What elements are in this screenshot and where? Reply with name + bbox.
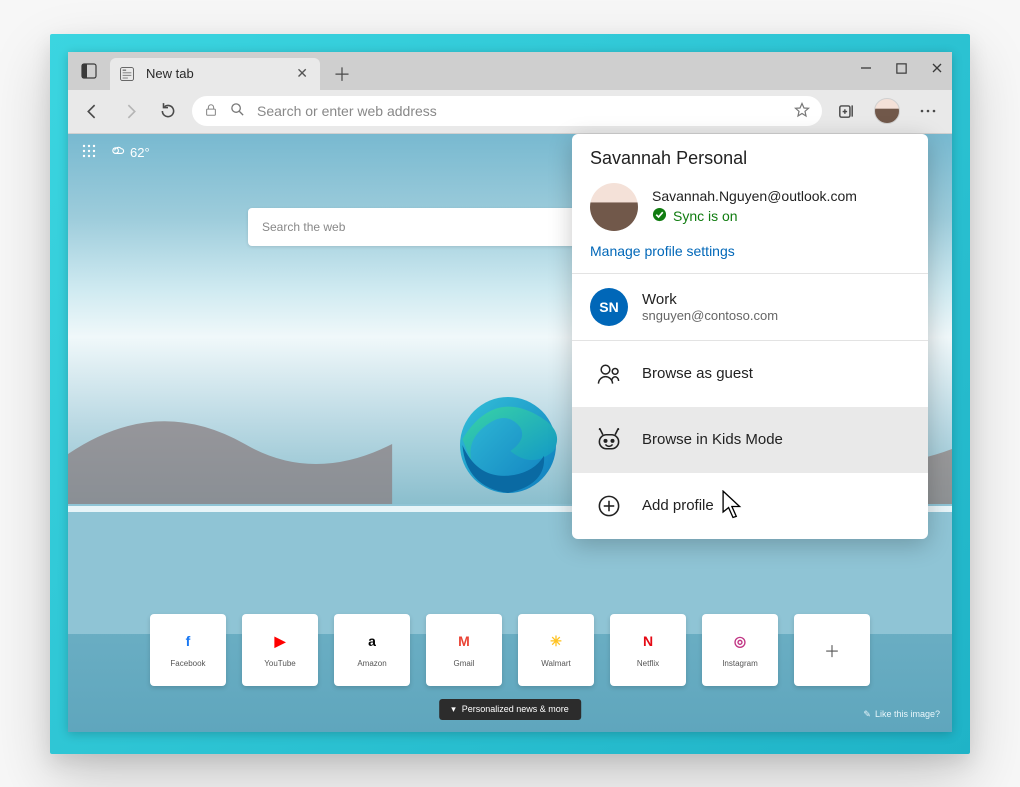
app-grid-icon[interactable] (82, 144, 96, 161)
toolbar: Search or enter web address (68, 90, 952, 134)
manage-profile-link[interactable]: Manage profile settings (572, 243, 928, 273)
profile-title: Savannah Personal (572, 134, 928, 175)
profile-identity-row[interactable]: Savannah.Nguyen@outlook.com Sync is on (572, 175, 928, 243)
quick-link-icon: f (178, 631, 198, 651)
profile-flyout: Savannah Personal Savannah.Nguyen@outloo… (572, 134, 928, 539)
weather-icon (110, 144, 125, 162)
work-profile-name: Work (642, 291, 778, 308)
weather-widget[interactable]: 62° (110, 144, 150, 162)
address-bar[interactable]: Search or enter web address (192, 96, 822, 126)
quick-links-row: f Facebook ▶ YouTube a Amazon M Gmail ✳ Walmart NN… (68, 614, 952, 686)
quick-link-icon: N (638, 631, 658, 651)
work-initials-avatar: SN (590, 288, 628, 326)
profile-row-work[interactable]: SN Work snguyen@contoso.com (572, 274, 928, 340)
quick-link-icon: ◎ (730, 631, 750, 651)
add-icon (590, 487, 628, 525)
check-circle-icon (652, 207, 667, 225)
profile-avatar (590, 183, 638, 231)
quick-link-label: Netflix (637, 659, 659, 668)
search-web-placeholder: Search the web (262, 220, 345, 234)
newtab-fav-icon (120, 67, 134, 81)
like-image-label: Like this image? (875, 709, 940, 719)
quick-link-label: YouTube (264, 659, 295, 668)
news-label: Personalized news & more (462, 704, 569, 714)
profile-email: Savannah.Nguyen@outlook.com (652, 188, 857, 204)
quick-link-icon: a (362, 631, 382, 651)
collections-button[interactable] (832, 97, 860, 125)
quick-link-label: Instagram (722, 659, 758, 668)
close-tab-button[interactable]: ✕ (294, 65, 310, 82)
profile-avatar-button[interactable] (874, 98, 900, 124)
quick-link-tile[interactable]: f Facebook (150, 614, 226, 686)
add-profile-label: Add profile (642, 497, 714, 514)
quick-link-tile[interactable]: a Amazon (334, 614, 410, 686)
quick-link-label: Amazon (357, 659, 386, 668)
tab-actions-button[interactable] (68, 52, 110, 90)
quick-link-tile[interactable]: ✳ Walmart (518, 614, 594, 686)
window-close-button[interactable] (930, 61, 944, 80)
work-profile-email: snguyen@contoso.com (642, 308, 778, 323)
quick-link-tile[interactable]: ▶ YouTube (242, 614, 318, 686)
tab-title: New tab (146, 66, 194, 81)
chevron-down-icon: ▾ (451, 704, 456, 715)
sync-label: Sync is on (673, 208, 738, 224)
address-placeholder: Search or enter web address (257, 103, 782, 119)
window-minimize-button[interactable] (859, 61, 873, 80)
quick-link-label: Facebook (170, 659, 205, 668)
quick-link-icon: ✳ (546, 631, 566, 651)
quick-link-tile[interactable]: N Netflix (610, 614, 686, 686)
sync-status[interactable]: Sync is on (652, 207, 857, 225)
favorite-button[interactable] (794, 102, 810, 121)
temperature-value: 62° (130, 145, 150, 160)
browser-tab-active[interactable]: New tab ✕ (110, 58, 320, 90)
plus-icon: ＋ (822, 640, 842, 660)
like-image-link[interactable]: ✎ Like this image? (863, 709, 940, 720)
quick-link-icon: M (454, 631, 474, 651)
titlebar: New tab ✕ ＋ (68, 52, 952, 90)
browser-window: New tab ✕ ＋ (68, 52, 952, 732)
pencil-icon: ✎ (863, 709, 871, 720)
quick-link-icon: ▶ (270, 631, 290, 651)
forward-button[interactable] (116, 97, 144, 125)
add-profile[interactable]: Add profile (572, 473, 928, 539)
quick-link-tile[interactable]: M Gmail (426, 614, 502, 686)
add-quick-link[interactable]: ＋ (794, 614, 870, 686)
browse-kids-mode-label: Browse in Kids Mode (642, 431, 783, 448)
more-button[interactable] (914, 97, 942, 125)
search-icon (230, 102, 245, 120)
new-tab-button[interactable]: ＋ (326, 58, 358, 90)
quick-link-label: Walmart (541, 659, 570, 668)
guest-icon (590, 355, 628, 393)
back-button[interactable] (78, 97, 106, 125)
site-info-icon[interactable] (204, 103, 218, 120)
quick-link-tile[interactable]: ◎ Instagram (702, 614, 778, 686)
edge-logo (448, 379, 568, 499)
quick-link-label: Gmail (454, 659, 475, 668)
browse-kids-mode[interactable]: Browse in Kids Mode (572, 407, 928, 473)
news-toggle[interactable]: ▾ Personalized news & more (439, 699, 581, 720)
window-maximize-button[interactable] (895, 62, 908, 80)
browse-as-guest[interactable]: Browse as guest (572, 341, 928, 407)
refresh-button[interactable] (154, 97, 182, 125)
kids-icon (590, 421, 628, 459)
decorative-platter: New tab ✕ ＋ (50, 34, 970, 754)
browse-as-guest-label: Browse as guest (642, 365, 753, 382)
